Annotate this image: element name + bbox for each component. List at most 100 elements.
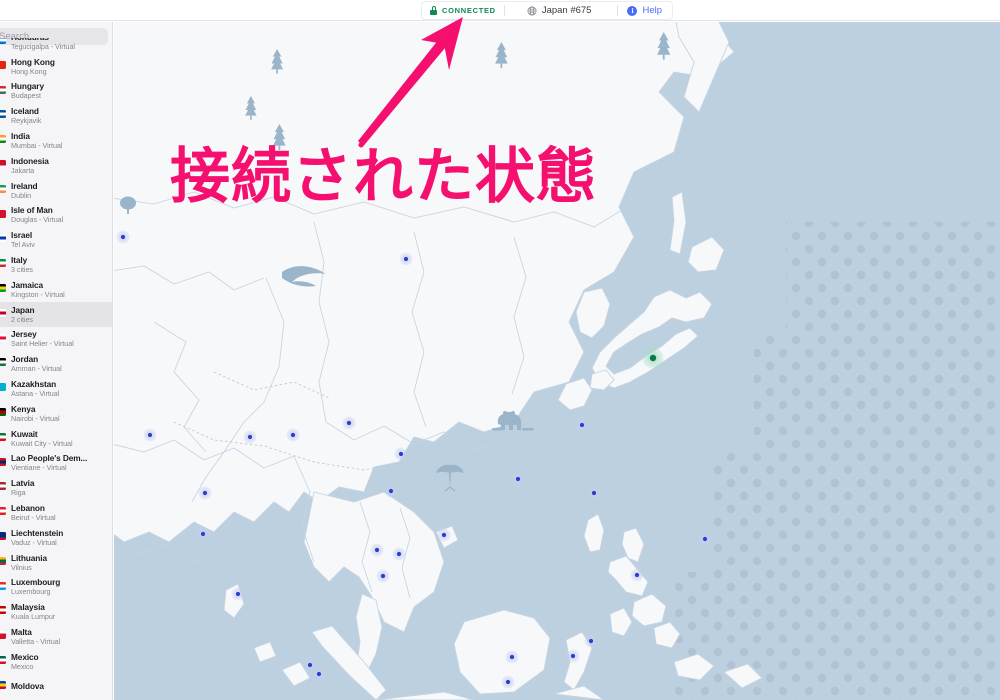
flag-icon (0, 556, 6, 565)
help-label: Help (642, 5, 663, 16)
country-city: Valletta - Virtual (11, 637, 61, 647)
country-item-mexico[interactable]: Mexico Mexico (0, 649, 112, 674)
country-item-kenya[interactable]: Kenya Nairobi - Virtual (0, 401, 112, 426)
flag-icon (0, 457, 6, 466)
server-dot (399, 252, 413, 266)
info-icon: i (627, 5, 638, 16)
globe-icon (527, 6, 537, 15)
server-dot (437, 528, 451, 542)
country-city: Saint Helier - Virtual (11, 339, 74, 349)
country-city: Mexico (11, 661, 34, 671)
country-item-lebanon[interactable]: Lebanon Beirut - Virtual (0, 500, 112, 525)
server-dot (196, 527, 210, 541)
country-item-japan[interactable]: Japan 2 cities (0, 301, 112, 327)
active-server-marker[interactable] (642, 347, 664, 369)
server-dot (116, 230, 130, 244)
map-canvas (114, 22, 1000, 700)
country-city: Mumbai - Virtual (11, 141, 63, 151)
country-item-malaysia[interactable]: Malaysia Kuala Lumpur (0, 599, 112, 624)
server-dot (231, 587, 245, 601)
country-name: Mexico (11, 651, 39, 662)
country-name: Japan (11, 304, 35, 315)
server-dot (584, 634, 598, 648)
country-city: Kingston - Virtual (11, 289, 65, 299)
country-name: Iceland (11, 106, 39, 117)
flag-icon (0, 383, 6, 392)
flag-icon (0, 283, 6, 292)
connection-status[interactable]: CONNECTED (422, 2, 504, 19)
country-item-jersey[interactable]: Jersey Saint Helier - Virtual (0, 327, 112, 352)
country-name: Italy (11, 255, 28, 266)
country-name: Lao People's Dem... (11, 453, 88, 464)
flag-icon (0, 655, 6, 664)
country-city: Amman - Virtual (11, 364, 62, 374)
country-city: Riga (11, 488, 26, 498)
country-item-liechtenstein[interactable]: Liechtenstein Vaduz - Virtual (0, 525, 112, 550)
flag-icon (0, 407, 6, 416)
country-city: Nairobi - Virtual (11, 413, 60, 423)
server-dot (143, 428, 157, 442)
world-map[interactable] (114, 22, 1000, 700)
flag-icon (0, 110, 6, 119)
server-dot (698, 532, 712, 546)
country-item-moldova[interactable]: Moldova (0, 674, 112, 695)
flag-icon (0, 631, 6, 640)
lock-icon (430, 6, 437, 15)
country-item-luxembourg[interactable]: Luxembourg Luxembourg (0, 575, 112, 600)
country-item-isle-of-man[interactable]: Isle of Man Douglas - Virtual (0, 203, 112, 228)
country-item-hong-kong[interactable]: Hong Kong Hong Kong (0, 54, 112, 79)
country-name: Jamaica (11, 279, 44, 290)
country-name: Malaysia (11, 602, 45, 613)
server-dot (587, 486, 601, 500)
country-item-kazakhstan[interactable]: Kazakhstan Astana - Virtual (0, 376, 112, 401)
country-item-iceland[interactable]: Iceland Reykjavik (0, 103, 112, 128)
country-name: Lithuania (11, 552, 47, 563)
country-item-israel[interactable]: Israel Tel Aviv (0, 227, 112, 252)
country-name: Kenya (11, 403, 36, 414)
server-dot (501, 675, 515, 689)
country-city: Tegucigalpa - Virtual (11, 41, 75, 51)
country-list[interactable]: HondurasTegucigalpa - VirtualHong KongHo… (0, 38, 112, 695)
country-item-indonesia[interactable]: Indonesia Jakarta (0, 153, 112, 178)
country-item-latvia[interactable]: Latvia Riga (0, 475, 112, 500)
country-item-honduras[interactable]: HondurasTegucigalpa - Virtual (0, 38, 112, 54)
country-item-india[interactable]: India Mumbai - Virtual (0, 128, 112, 153)
help-button[interactable]: i Help (618, 2, 672, 19)
country-item-hungary[interactable]: Hungary Budapest (0, 79, 112, 104)
country-name: Israel (11, 230, 33, 241)
server-dot (286, 428, 300, 442)
country-name: Kazakhstan (11, 379, 57, 390)
country-item-lao-people-s-dem[interactable]: Lao People's Dem... Vientiane - Virtual (0, 451, 112, 476)
country-city: Budapest (11, 91, 41, 101)
current-server[interactable]: Japan #675 (505, 2, 618, 19)
country-city: Kuala Lumpur (11, 612, 56, 622)
flag-icon (0, 308, 6, 317)
country-city: 2 cities (11, 314, 33, 324)
country-city: Beirut - Virtual (11, 513, 56, 523)
country-city: Hong Kong (11, 66, 47, 76)
country-item-malta[interactable]: Malta Valletta - Virtual (0, 624, 112, 649)
country-item-jamaica[interactable]: Jamaica Kingston - Virtual (0, 277, 112, 302)
country-city: Vilnius (11, 562, 32, 572)
country-name: Lebanon (11, 503, 45, 514)
country-city: Jakarta (11, 165, 35, 175)
server-dot (243, 430, 257, 444)
connected-status-label: CONNECTED (442, 6, 496, 15)
country-item-jordan[interactable]: Jordan Amman - Virtual (0, 351, 112, 376)
flag-icon (0, 159, 6, 168)
country-item-ireland[interactable]: Ireland Dublin (0, 178, 112, 203)
country-city: Vientiane - Virtual (11, 463, 67, 473)
flag-icon (0, 333, 6, 342)
country-item-kuwait[interactable]: Kuwait Kuwait City - Virtual (0, 426, 112, 451)
country-item-italy[interactable]: Italy 3 cities (0, 252, 112, 277)
server-dot (394, 447, 408, 461)
country-item-lithuania[interactable]: Lithuania Vilnius (0, 550, 112, 575)
flag-icon (0, 531, 6, 540)
country-name: Indonesia (11, 155, 49, 166)
server-dot (575, 418, 589, 432)
flag-icon (0, 581, 6, 590)
country-name: Isle of Man (11, 205, 53, 216)
flag-icon (0, 209, 6, 218)
server-name-label: Japan #675 (541, 5, 592, 16)
server-dot (566, 649, 580, 663)
